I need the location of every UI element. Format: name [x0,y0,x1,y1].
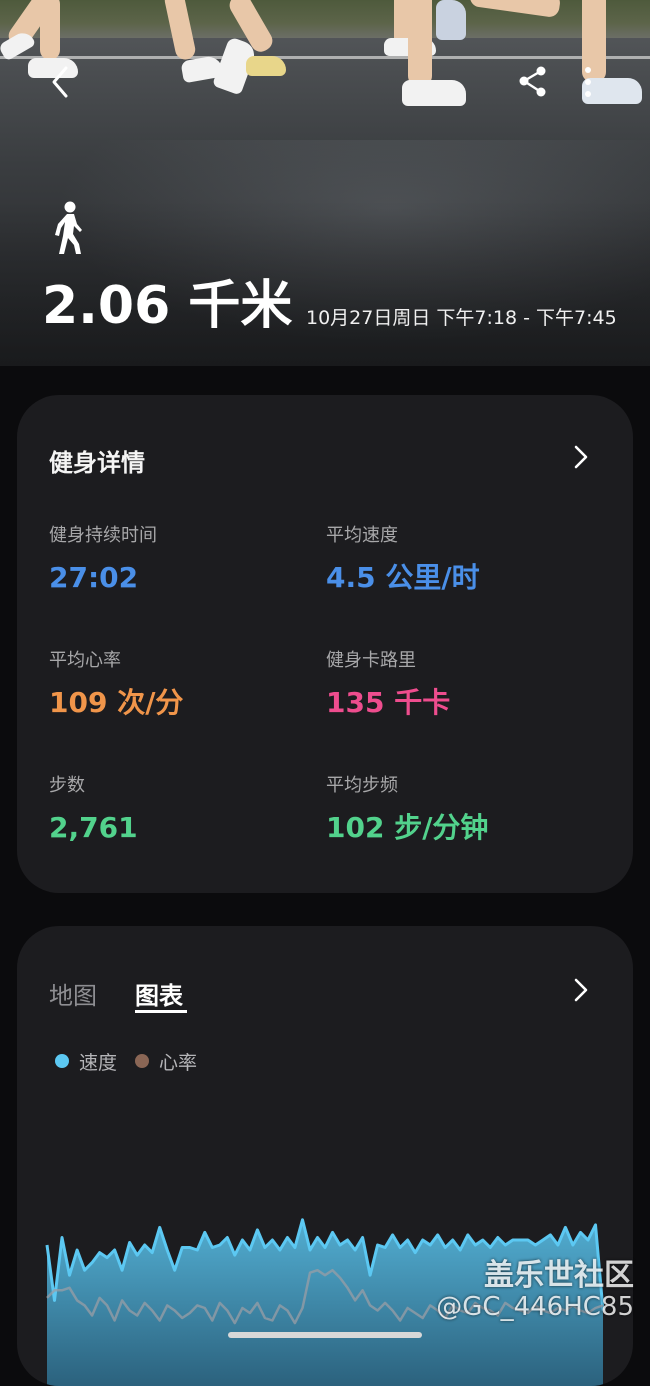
stat-avg-speed: 平均速度 4.5 公里/时 [326,525,480,595]
runner-shoe [246,56,286,76]
stat-label: 平均步频 [326,775,398,796]
stat-label: 健身持续时间 [49,525,157,546]
stat-steps: 步数 2,761 [49,775,138,845]
runner-shoe [436,0,466,40]
stat-value: 4.5 公里/时 [326,561,480,594]
stat-avg-cadence: 平均步频 102 步/分钟 [326,775,488,845]
legend-dot [135,1054,149,1068]
chevron-right-icon[interactable] [571,976,591,1004]
share-icon[interactable] [516,64,550,98]
chevron-right-icon[interactable] [571,443,591,471]
legend-dot [55,1054,69,1068]
tab-chart[interactable]: 图表 [135,976,183,1011]
stat-duration: 健身持续时间 27:02 [49,525,157,595]
stat-calories: 健身卡路里 135 千卡 [326,650,450,720]
runner-shoe [402,80,466,106]
runner-leg [40,0,60,60]
back-icon[interactable] [44,62,78,102]
distance-value: 2.06 千米 [42,276,293,336]
details-title: 健身详情 [49,449,145,477]
active-tab-indicator [135,1010,187,1013]
runner-leg [408,0,432,86]
stat-value: 27:02 [49,561,139,594]
watermark-handle: @GC_446HC85 [436,1292,634,1322]
hero-banner: 2.06 千米 10月27日周日 下午7:18 - 下午7:45 [0,0,650,366]
hero-road-line [0,56,650,59]
legend-label: 心率 [159,1052,198,1074]
stat-value: 135 千卡 [326,686,451,719]
more-icon[interactable] [578,64,598,100]
stat-value: 102 步/分钟 [326,811,489,844]
tab-map[interactable]: 地图 [49,976,97,1011]
walking-person-icon [55,201,82,254]
stat-label: 平均心率 [49,650,121,671]
home-indicator[interactable] [228,1332,422,1338]
workout-time-range: 10月27日周日 下午7:18 - 下午7:45 [306,307,617,329]
legend-label: 速度 [79,1052,118,1074]
workout-details-card[interactable]: 健身详情 健身持续时间 27:02 平均速度 4.5 公里/时 平均心率 109… [17,395,633,893]
stat-value: 2,761 [49,811,138,844]
stat-label: 健身卡路里 [326,650,416,671]
stat-label: 步数 [49,775,85,796]
stat-avg-heart-rate: 平均心率 109 次/分 [49,650,183,720]
stat-value: 109 次/分 [49,686,184,719]
watermark-community: 盖乐世社区 [484,1258,634,1293]
stat-label: 平均速度 [326,525,398,546]
